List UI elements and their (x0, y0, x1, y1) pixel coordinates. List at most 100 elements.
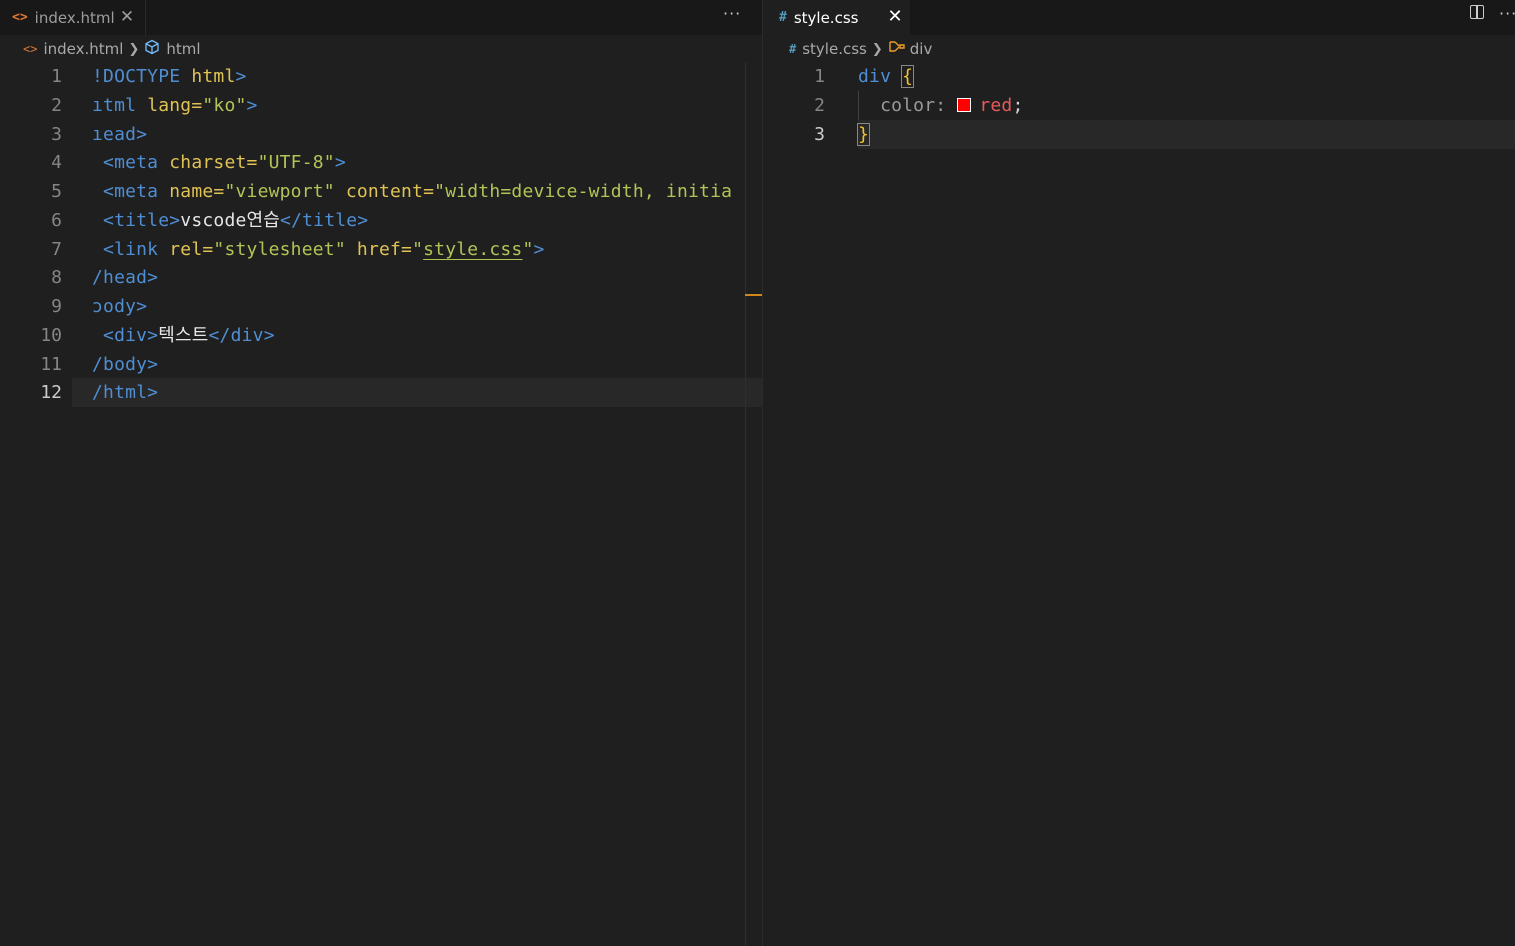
line-number: 2 (51, 94, 62, 116)
code-token: " (412, 238, 424, 260)
code-token: <link (92, 238, 170, 260)
code-token: </div> (208, 324, 275, 346)
code-token: /html> (92, 382, 159, 404)
tab-bar-right: # style.css ✕ ··· (763, 0, 1515, 35)
tab-style-css[interactable]: # style.css ✕ (763, 0, 910, 35)
code-token: style.css (423, 238, 523, 260)
code-token: ıead> (92, 123, 148, 145)
close-icon[interactable]: ✕ (886, 6, 904, 28)
line-number: 3 (51, 123, 62, 145)
close-icon[interactable]: ✕ (118, 6, 136, 28)
code-token: /body> (92, 353, 159, 375)
code-token: > (246, 94, 258, 116)
code-token: content= (345, 181, 435, 202)
code-token: lang= (147, 94, 203, 116)
more-actions-icon[interactable]: ··· (1499, 4, 1515, 23)
code-line[interactable]: /head> (92, 263, 158, 292)
line-number: 6 (51, 209, 62, 231)
line-number: 9 (51, 296, 62, 317)
code-token: ɔody> (92, 296, 148, 317)
more-actions-icon[interactable]: ··· (723, 4, 741, 23)
code-line[interactable]: <meta charset="UTF-8"> (92, 148, 346, 177)
code-token: "ko" (202, 94, 247, 116)
code-token: red (979, 94, 1013, 116)
current-line-highlight (858, 120, 1515, 149)
code-line[interactable]: /body> (92, 350, 158, 379)
code-token: "width=device-width, initia (434, 181, 733, 202)
code-line[interactable]: !DOCTYPE html> (92, 62, 247, 91)
code-token: <div> (92, 324, 159, 346)
editor-group-right: # style.css ✕ ··· # style.css ❯ div 123 … (763, 0, 1515, 946)
breadcrumb-file[interactable]: index.html (43, 40, 123, 58)
breadcrumb: # style.css ❯ div (763, 35, 1515, 63)
tab-bar-left: <> index.html ✕ ··· (0, 0, 762, 35)
html-file-icon: <> (12, 10, 28, 25)
code-line[interactable]: <title>vscode연습</title> (92, 206, 368, 235)
chevron-right-icon: ❯ (128, 41, 140, 57)
code-token: <title> (92, 209, 181, 231)
split-editor-icon[interactable] (1470, 5, 1484, 19)
code-token: vscode연습 (180, 209, 281, 231)
editor-group-left: <> index.html ✕ ··· <> index.html ❯ html… (0, 0, 762, 946)
code-token: !DOCTYPE (92, 66, 192, 87)
line-number: 1 (814, 66, 825, 87)
line-number: 7 (51, 238, 62, 260)
code-line[interactable]: } (856, 120, 871, 149)
breadcrumb: <> index.html ❯ html (0, 35, 762, 63)
code-token: /head> (92, 267, 159, 289)
color-swatch[interactable] (957, 97, 972, 112)
code-line[interactable]: <meta name="viewport" content="width=dev… (92, 177, 732, 206)
code-token: ıtml (92, 94, 148, 116)
code-line[interactable]: ıtml lang="ko"> (92, 91, 258, 120)
breadcrumb-symbol[interactable]: div (910, 40, 933, 58)
selector-icon (888, 39, 906, 59)
code-token: 텍스트 (158, 324, 209, 346)
code-token: html (191, 66, 236, 87)
breadcrumb-file[interactable]: style.css (802, 40, 867, 58)
code-line[interactable]: ɔody> (92, 292, 147, 321)
code-token: href= (356, 238, 413, 260)
current-line-highlight (72, 378, 762, 407)
code-token: "UTF-8" (257, 152, 335, 174)
code-token: > (533, 238, 545, 260)
line-number: 4 (51, 152, 62, 174)
vertical-scrollbar[interactable] (745, 62, 746, 946)
line-number: 2 (814, 94, 825, 116)
css-file-icon: # (779, 10, 787, 25)
tab-index-html[interactable]: <> index.html ✕ (0, 0, 146, 35)
code-token: name= (169, 181, 225, 202)
code-line[interactable]: ıead> (92, 120, 147, 149)
code-token: { (901, 65, 915, 88)
code-line[interactable]: <link rel="stylesheet" href="style.css"> (92, 235, 545, 264)
symbol-icon (144, 39, 160, 59)
code-token: } (856, 122, 871, 146)
code-token: <meta (92, 152, 170, 174)
code-token: > (235, 66, 247, 87)
tab-label: index.html (34, 8, 115, 27)
code-token: div (858, 66, 903, 87)
css-file-icon: # (789, 42, 797, 56)
code-line[interactable]: div { (858, 62, 915, 91)
code-token: rel= (169, 238, 214, 260)
chevron-right-icon: ❯ (871, 41, 883, 57)
html-file-icon: <> (23, 42, 38, 56)
breadcrumb-symbol[interactable]: html (166, 40, 200, 58)
code-line[interactable]: color: red; (858, 91, 1024, 120)
line-number: 11 (40, 353, 62, 375)
line-number: 3 (814, 123, 825, 145)
code-token: charset= (169, 152, 258, 174)
line-number: 8 (51, 267, 62, 289)
code-token: "viewport" (224, 181, 346, 202)
code-token: <meta (92, 181, 170, 202)
code-token: "stylesheet" (213, 238, 357, 260)
code-token: " (522, 238, 534, 260)
line-number: 1 (51, 66, 62, 87)
code-line[interactable]: /html> (92, 378, 158, 407)
scrollbar-marker (745, 294, 762, 296)
code-line[interactable]: <div>텍스트</div> (92, 321, 275, 350)
line-number: 5 (51, 181, 62, 202)
code-token: ; (1012, 94, 1024, 116)
code-token: </title> (280, 209, 369, 231)
tab-label: style.css (793, 8, 859, 27)
code-token: > (334, 152, 346, 174)
